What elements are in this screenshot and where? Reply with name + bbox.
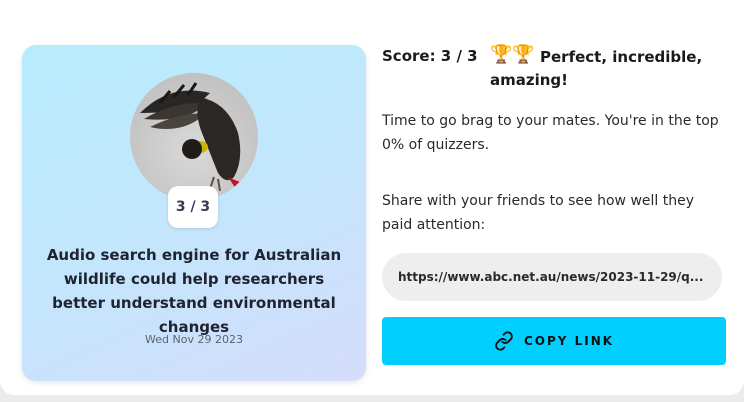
score-label: Score: 3 / 3 [382, 47, 478, 65]
result-headline: Perfect, incredible, amazing! [490, 48, 703, 89]
article-date: Wed Nov 29 2023 [145, 333, 243, 346]
copy-link-label: COPY LINK [523, 334, 615, 348]
link-icon [494, 331, 514, 351]
article-title[interactable]: Audio search engine for Australian wildl… [40, 243, 348, 339]
share-link-text: https://www.abc.net.au/news/2023-11-29/q… [398, 270, 704, 284]
share-prompt: Share with your friends to see how well … [382, 193, 694, 233]
share-link-field[interactable]: https://www.abc.net.au/news/2023-11-29/q… [382, 253, 722, 301]
brag-message: Time to go brag to your mates. You're in… [382, 113, 719, 153]
quiz-result-panel: 3 / 3 Audio search engine for Australian… [0, 0, 744, 395]
copy-link-button[interactable]: COPY LINK [382, 317, 726, 365]
article-thumbnail [130, 73, 258, 201]
article-card[interactable]: 3 / 3 Audio search engine for Australian… [22, 45, 366, 381]
card-score-badge: 3 / 3 [168, 186, 218, 228]
